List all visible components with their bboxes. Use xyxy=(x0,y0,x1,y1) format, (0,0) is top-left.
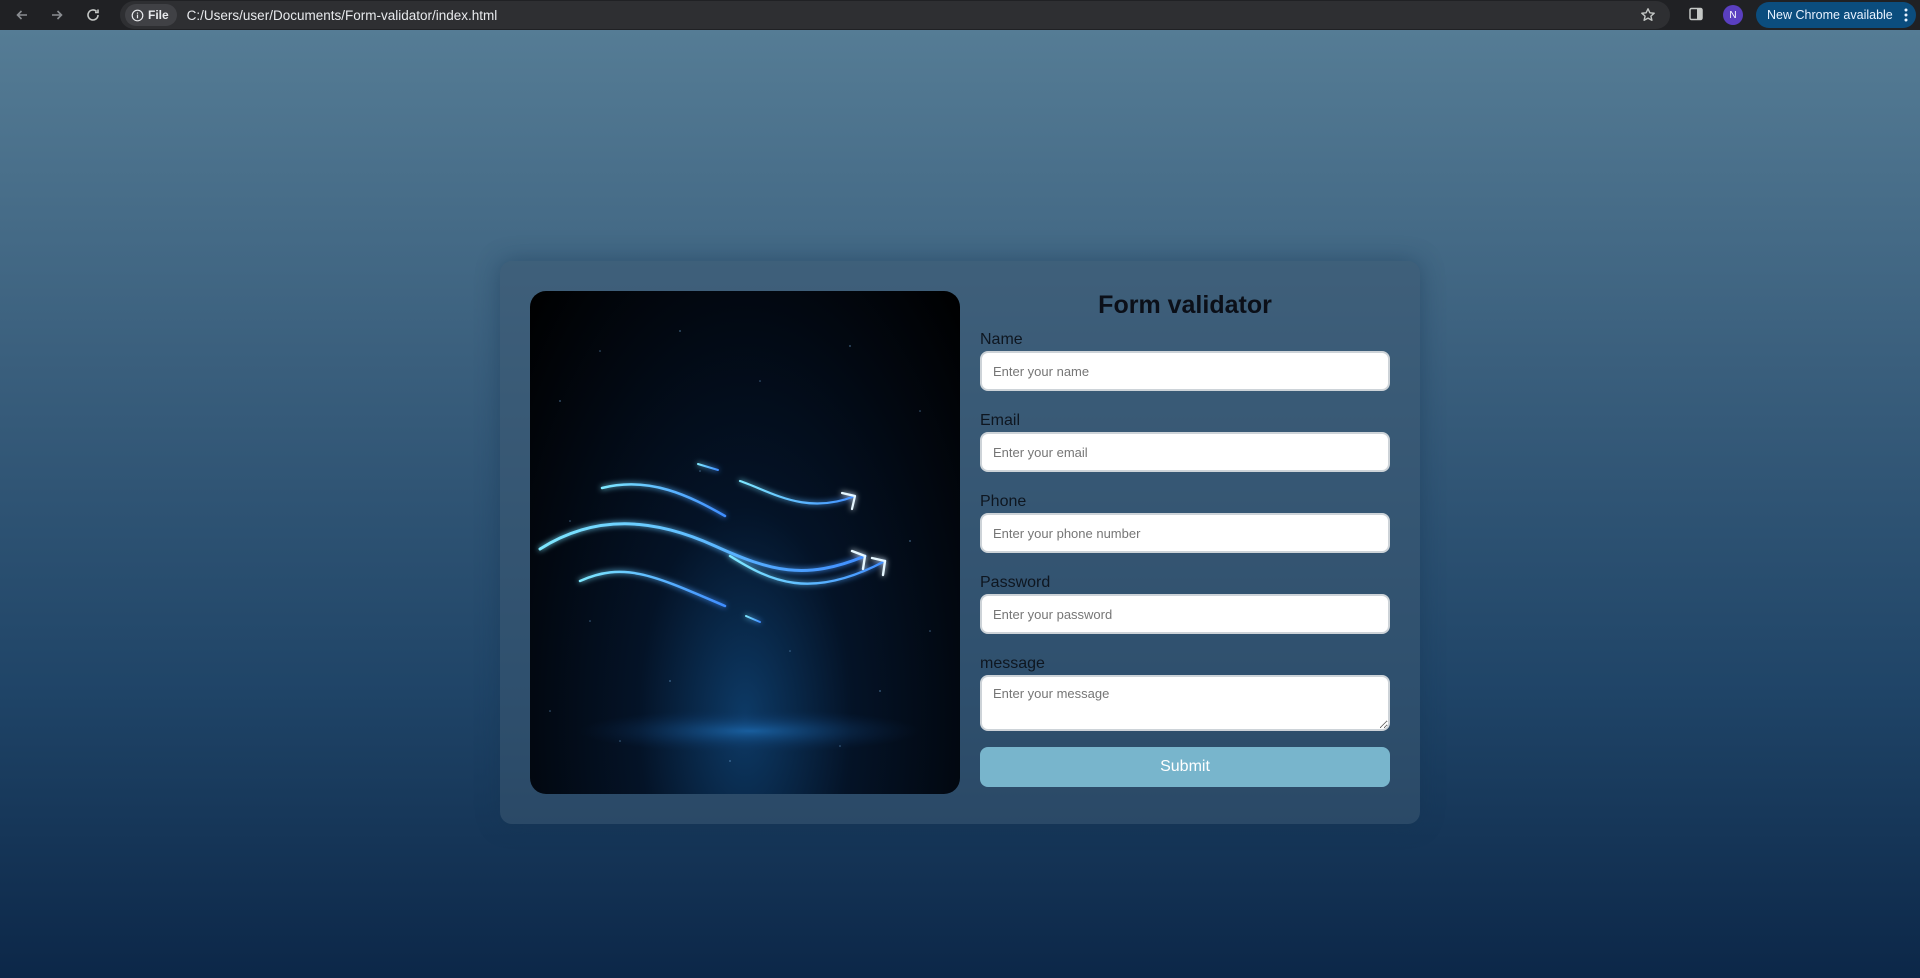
password-label: Password xyxy=(980,574,1051,591)
more-vert-icon xyxy=(1904,8,1908,22)
name-label: Name xyxy=(980,331,1023,348)
back-arrow-icon[interactable] xyxy=(11,4,33,26)
form-area: Form validator Name Email Phone Password… xyxy=(980,291,1390,787)
name-input[interactable] xyxy=(980,351,1390,391)
site-info-chip[interactable]: File xyxy=(125,4,177,26)
info-icon xyxy=(131,9,144,21)
decorative-wave-arrows-image xyxy=(530,291,960,794)
form-title: Form validator xyxy=(1098,291,1272,319)
forward-arrow-icon[interactable] xyxy=(46,4,68,26)
side-panel-icon[interactable] xyxy=(1688,6,1704,22)
email-label: Email xyxy=(980,412,1021,429)
message-field-group: message xyxy=(980,653,1390,731)
chrome-update-button[interactable]: New Chrome available xyxy=(1756,2,1916,28)
url-text[interactable]: C:/Users/user/Documents/Form-validator/i… xyxy=(187,8,498,23)
avatar[interactable]: N xyxy=(1723,5,1743,25)
browser-toolbar: File C:/Users/user/Documents/Form-valida… xyxy=(0,0,1920,30)
message-textarea[interactable] xyxy=(980,675,1390,731)
address-bar[interactable]: File C:/Users/user/Documents/Form-valida… xyxy=(120,1,1670,29)
password-input[interactable] xyxy=(980,594,1390,634)
phone-input[interactable] xyxy=(980,513,1390,553)
email-input[interactable] xyxy=(980,432,1390,472)
reload-icon[interactable] xyxy=(82,4,104,26)
form-card: Form validator Name Email Phone Password… xyxy=(500,261,1420,824)
password-field-group: Password xyxy=(980,572,1390,634)
name-field-group: Name xyxy=(980,329,1390,391)
email-field-group: Email xyxy=(980,410,1390,472)
site-info-label: File xyxy=(148,8,169,22)
message-label: message xyxy=(980,655,1045,672)
chrome-update-label: New Chrome available xyxy=(1767,8,1893,22)
phone-field-group: Phone xyxy=(980,491,1390,553)
phone-label: Phone xyxy=(980,493,1027,510)
page-viewport: Form validator Name Email Phone Password… xyxy=(0,30,1920,978)
star-icon[interactable] xyxy=(1640,7,1656,23)
submit-button[interactable]: Submit xyxy=(980,747,1390,787)
